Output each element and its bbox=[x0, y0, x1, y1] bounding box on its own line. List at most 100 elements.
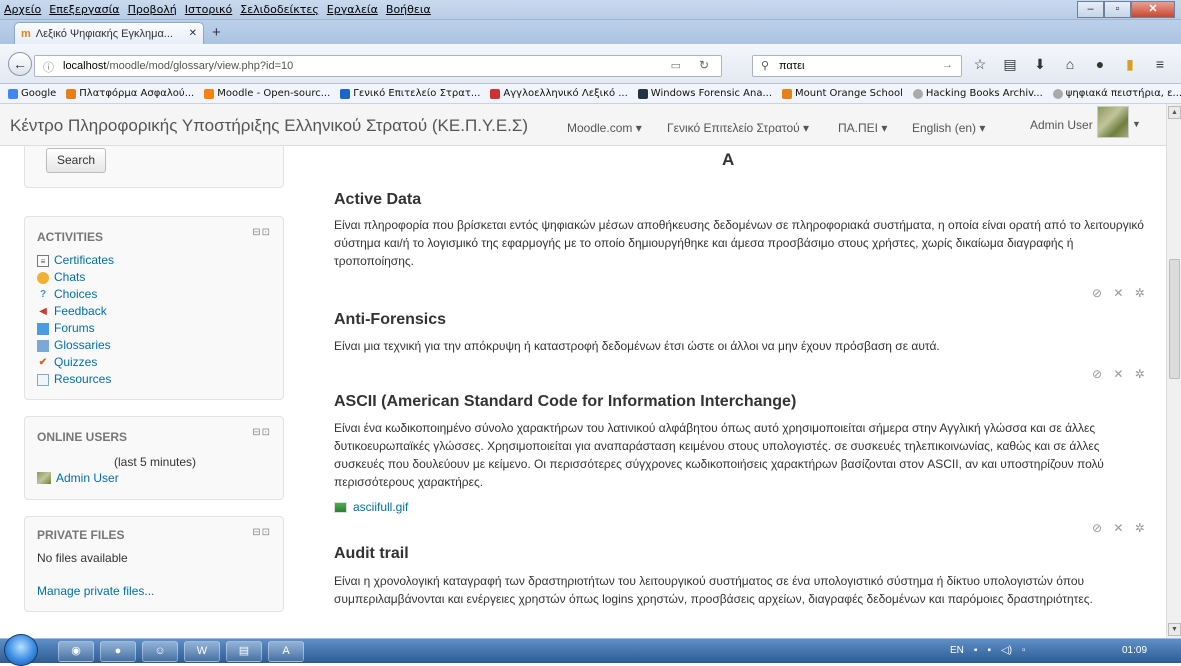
chat-icon[interactable]: ● bbox=[1092, 56, 1108, 73]
block-controls-icon[interactable]: ⊟⊡ bbox=[252, 227, 271, 238]
chat-icon bbox=[37, 271, 49, 284]
minimize-button[interactable]: – bbox=[1077, 1, 1104, 18]
user-menu-name[interactable]: Admin User bbox=[1030, 118, 1093, 132]
maximize-button[interactable]: ▫ bbox=[1104, 1, 1131, 18]
scroll-down-icon[interactable]: ▼ bbox=[1168, 623, 1181, 636]
bookmark-mount-orange[interactable]: Mount Orange School bbox=[782, 88, 903, 99]
entry-title: Audit trail bbox=[334, 545, 409, 562]
image-file-icon bbox=[334, 501, 347, 513]
entry-actions[interactable]: ⊘ ✕ ✲ bbox=[1092, 286, 1149, 300]
app-taskbar-icon[interactable]: ☺ bbox=[142, 641, 178, 662]
entry-actions[interactable]: ⊘ ✕ ✲ bbox=[1092, 521, 1149, 535]
search-button[interactable]: Search bbox=[46, 148, 106, 173]
forensic-favicon-icon bbox=[637, 88, 648, 99]
activity-resources[interactable]: Resources bbox=[37, 371, 114, 388]
site-info-icon[interactable]: ⓘ bbox=[43, 59, 54, 75]
new-tab-button[interactable]: + bbox=[212, 24, 221, 41]
entry-definition: Είναι πληροφορία που βρίσκεται εντός ψηφ… bbox=[334, 218, 1144, 268]
certificate-icon: ≡ bbox=[37, 254, 49, 267]
windows-start-icon[interactable] bbox=[4, 634, 38, 666]
hamburger-menu-icon[interactable]: ≡ bbox=[1152, 56, 1168, 73]
manage-private-files-link[interactable]: Manage private files... bbox=[37, 584, 154, 598]
page-scrollbar[interactable]: ▲ ▼ bbox=[1166, 104, 1181, 638]
activity-certificates[interactable]: ≡ Certificates bbox=[37, 252, 114, 269]
bookmark-dictionary[interactable]: Αγγλοελληνικό Λεξικό ... bbox=[490, 88, 628, 99]
online-users-title: ONLINE USERS bbox=[37, 430, 128, 444]
entry-title: Anti-Forensics bbox=[334, 311, 447, 328]
bookmark-platform[interactable]: Πλατφόρμα Ασφαλού... bbox=[66, 88, 194, 99]
nav-moodle-com[interactable]: Moodle.com ▾ bbox=[567, 121, 642, 135]
menu-file[interactable]: Αρχείο bbox=[4, 3, 41, 16]
downloads-icon[interactable]: ⬇ bbox=[1032, 56, 1048, 73]
nav-papei[interactable]: ΠΑ.ΠΕΙ ▾ bbox=[838, 121, 887, 135]
language-indicator[interactable]: EN bbox=[950, 645, 964, 656]
chrome-taskbar-icon[interactable]: ◉ bbox=[58, 641, 94, 662]
activity-chats[interactable]: Chats bbox=[37, 269, 114, 286]
entry-actions[interactable]: ⊘ ✕ ✲ bbox=[1092, 367, 1149, 381]
moodle-favicon-icon bbox=[782, 88, 793, 99]
bookmark-hacking-books[interactable]: Hacking Books Archiv... bbox=[912, 88, 1043, 99]
bookmark-star-icon[interactable]: ☆ bbox=[972, 56, 988, 73]
bookmark-moodle[interactable]: Moodle - Open-sourc... bbox=[204, 88, 330, 99]
search-go-icon[interactable]: → bbox=[942, 59, 953, 71]
chevron-down-icon[interactable]: ▼ bbox=[1132, 119, 1141, 129]
bookmark-forensic[interactable]: Windows Forensic Ana... bbox=[637, 88, 772, 99]
back-button[interactable]: ← bbox=[8, 52, 32, 76]
entry-definition: Είναι η χρονολογική καταγραφή των δραστη… bbox=[334, 574, 1093, 606]
menu-tools[interactable]: Εργαλεία bbox=[327, 3, 378, 16]
bookmarks-list-icon[interactable]: ▤ bbox=[1002, 56, 1018, 73]
nav-language[interactable]: English (en) ▾ bbox=[912, 121, 985, 135]
scrollbar-thumb[interactable] bbox=[1169, 259, 1180, 379]
menu-help[interactable]: Βοήθεια bbox=[386, 3, 431, 16]
reader-view-icon[interactable]: ▭ bbox=[671, 59, 681, 72]
word-taskbar-icon[interactable]: W bbox=[184, 641, 220, 662]
pocket-icon[interactable]: ▮ bbox=[1122, 56, 1138, 73]
document-icon bbox=[37, 373, 49, 386]
moodle-favicon-icon bbox=[66, 88, 77, 99]
navigation-bar: ← ⓘ localhost/moodle/mod/glossary/view.p… bbox=[0, 44, 1181, 84]
activity-forums[interactable]: Forums bbox=[37, 320, 114, 337]
block-controls-icon[interactable]: ⊟⊡ bbox=[252, 527, 271, 538]
moodle-favicon-icon: m bbox=[21, 27, 31, 40]
menu-history[interactable]: Ιστορικό bbox=[185, 3, 233, 16]
activity-choices[interactable]: ? Choices bbox=[37, 286, 114, 303]
avatar[interactable] bbox=[1097, 106, 1129, 138]
tray-app-icon[interactable]: ▪ bbox=[974, 645, 978, 656]
wr-favicon-icon bbox=[490, 88, 501, 99]
reload-icon[interactable]: ↻ bbox=[699, 58, 709, 72]
activity-glossaries[interactable]: Glossaries bbox=[37, 337, 114, 354]
search-bar[interactable]: ⚲ πατει → bbox=[752, 55, 962, 77]
system-tray: EN ▪ ▪ ◁) ▫ bbox=[950, 645, 1026, 656]
bookmark-digital-evidence[interactable]: ψηφιακά πειστήρια, ε... bbox=[1052, 88, 1181, 99]
url-host: localhost bbox=[63, 60, 107, 72]
nav-army-general-staff[interactable]: Γενικό Επιτελείο Στρατού ▾ bbox=[667, 121, 809, 135]
scroll-up-icon[interactable]: ▲ bbox=[1168, 106, 1181, 119]
close-tab-icon[interactable]: ✕ bbox=[189, 28, 197, 39]
network-icon[interactable]: ▪ bbox=[987, 645, 991, 656]
bookmark-army-staff[interactable]: Γενικό Επιτελείο Στρατ... bbox=[340, 88, 480, 99]
checkmark-icon: ✔ bbox=[38, 356, 48, 368]
online-user-link[interactable]: Admin User bbox=[37, 471, 119, 485]
explorer-taskbar-icon[interactable]: ▤ bbox=[226, 641, 262, 662]
globe-favicon-icon bbox=[912, 88, 923, 99]
url-bar[interactable]: ⓘ localhost/moodle/mod/glossary/view.php… bbox=[34, 55, 722, 77]
volume-icon[interactable]: ◁) bbox=[1001, 645, 1012, 656]
activity-quizzes[interactable]: ✔ Quizzes bbox=[37, 354, 114, 371]
site-name[interactable]: Κέντρο Πληροφορικής Υποστήριξης Ελληνικο… bbox=[10, 116, 528, 136]
browser-tab[interactable]: m Λεξικό Ψηφιακής Εγκλημα... ✕ bbox=[14, 22, 204, 44]
close-window-button[interactable]: ✕ bbox=[1131, 1, 1175, 18]
activity-feedback[interactable]: ◀ Feedback bbox=[37, 303, 114, 320]
home-icon[interactable]: ⌂ bbox=[1062, 56, 1078, 73]
block-controls-icon[interactable]: ⊟⊡ bbox=[252, 427, 271, 438]
menu-edit[interactable]: Επεξεργασία bbox=[49, 3, 119, 16]
bookmark-google[interactable]: Google bbox=[8, 88, 56, 99]
search-input[interactable]: πατει bbox=[779, 60, 805, 72]
taskbar-clock[interactable]: 01:09 bbox=[1122, 645, 1147, 656]
tray-flag-icon[interactable]: ▫ bbox=[1022, 645, 1026, 656]
menu-bookmarks[interactable]: Σελιδοδείκτες bbox=[240, 3, 319, 16]
firefox-taskbar-icon[interactable]: ● bbox=[100, 641, 136, 662]
acrobat-taskbar-icon[interactable]: A bbox=[268, 641, 304, 662]
glossary-icon bbox=[37, 339, 49, 352]
menu-view[interactable]: Προβολή bbox=[128, 3, 177, 16]
attachment-link[interactable]: asciifull.gif bbox=[334, 500, 408, 514]
